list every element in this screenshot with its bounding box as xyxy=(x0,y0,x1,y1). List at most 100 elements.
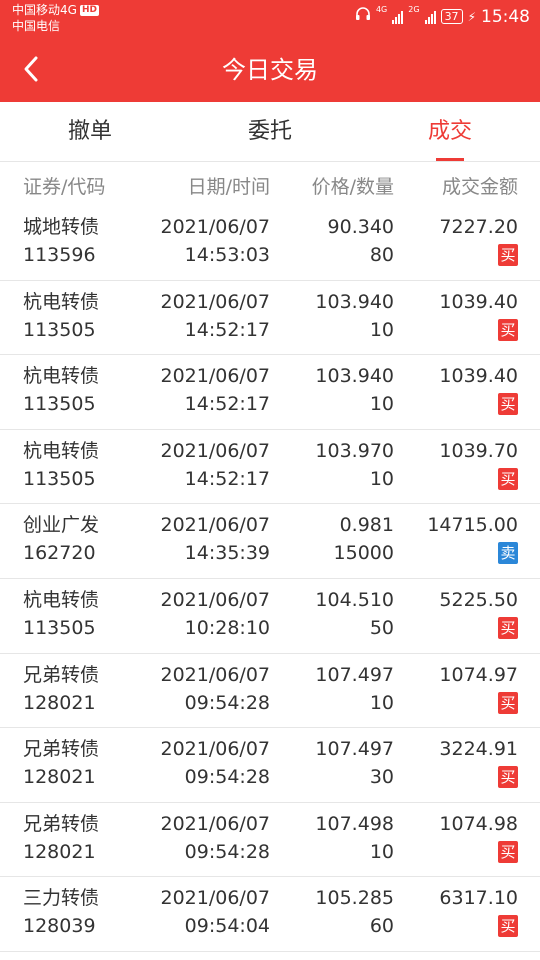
trade-amount: 6317.10 xyxy=(439,887,518,910)
carrier-secondary: 中国电信 xyxy=(12,19,61,33)
trade-date: 2021/06/07 xyxy=(160,514,270,537)
security-code: 113596 xyxy=(23,244,96,266)
security-name: 杭电转债 xyxy=(23,588,100,611)
security-code: 128021 xyxy=(23,840,96,863)
trade-date: 2021/06/07 xyxy=(160,365,270,388)
trade-amount: 7227.20 xyxy=(439,216,518,238)
trade-time: 09:54:28 xyxy=(184,766,270,789)
table-row[interactable]: 兄弟转债 128021 2021/06/07 09:54:28 107.498 … xyxy=(0,803,540,878)
trade-amount: 1039.40 xyxy=(439,365,518,388)
table-row[interactable]: 杭电转债 113505 2021/06/07 14:52:17 103.940 … xyxy=(0,355,540,430)
trade-time: 09:54:04 xyxy=(184,915,270,938)
trade-quantity: 10 xyxy=(369,318,394,341)
trade-date: 2021/06/07 xyxy=(160,812,270,835)
security-code: 128021 xyxy=(23,766,96,789)
tab-cancel-order[interactable]: 撤单 xyxy=(0,102,180,161)
column-header-datetime: 日期/时间 xyxy=(187,176,270,198)
signal-icon xyxy=(392,10,404,24)
trade-amount: 14715.00 xyxy=(427,514,518,537)
buy-badge: 买 xyxy=(498,766,518,789)
table-row[interactable]: 杭电转债 113505 2021/06/07 14:52:17 103.940 … xyxy=(0,281,540,356)
trade-price: 107.497 xyxy=(315,738,394,761)
column-header-security: 证券/代码 xyxy=(23,176,106,198)
trade-quantity: 10 xyxy=(369,691,394,714)
battery-icon: 37 xyxy=(440,9,463,24)
security-code: 128039 xyxy=(23,915,96,938)
carrier-primary: 中国移动4G xyxy=(12,3,77,17)
trade-date: 2021/06/07 xyxy=(160,663,270,686)
network-type-1: 4G xyxy=(375,5,388,14)
clock: 15:48 xyxy=(481,6,530,27)
buy-badge: 买 xyxy=(498,318,518,341)
tab-filled[interactable]: 成交 xyxy=(360,102,540,161)
security-name: 创业广发 xyxy=(23,514,100,537)
buy-badge: 买 xyxy=(498,616,518,639)
headset-icon xyxy=(355,6,371,27)
trade-time: 14:52:17 xyxy=(184,467,270,490)
trade-date: 2021/06/07 xyxy=(160,290,270,313)
tab-orders[interactable]: 委托 xyxy=(180,102,360,161)
table-row[interactable]: 兄弟转债 128021 2021/06/07 09:54:28 107.497 … xyxy=(0,654,540,729)
hd-badge: HD xyxy=(79,4,99,16)
table-row[interactable]: 城地转债 113596 2021/06/07 14:53:03 90.340 8… xyxy=(0,206,540,281)
trade-amount: 1039.70 xyxy=(439,439,518,462)
buy-badge: 买 xyxy=(498,691,518,714)
trade-list: 城地转债 113596 2021/06/07 14:53:03 90.340 8… xyxy=(0,206,540,952)
trade-amount: 1074.97 xyxy=(439,663,518,686)
trade-quantity: 30 xyxy=(369,766,394,789)
buy-badge: 买 xyxy=(498,840,518,863)
security-code: 113505 xyxy=(23,467,96,490)
trade-time: 14:52:17 xyxy=(184,393,270,416)
security-name: 杭电转债 xyxy=(23,290,100,313)
security-name: 城地转债 xyxy=(23,216,100,238)
security-name: 三力转债 xyxy=(23,887,100,910)
trade-time: 10:28:10 xyxy=(184,616,270,639)
signal-icon xyxy=(424,10,436,24)
trade-quantity: 60 xyxy=(369,915,394,938)
trade-time: 14:35:39 xyxy=(184,542,270,565)
trade-quantity: 10 xyxy=(369,467,394,490)
charging-icon: ⚡ xyxy=(467,9,476,24)
table-row[interactable]: 杭电转债 113505 2021/06/07 14:52:17 103.970 … xyxy=(0,430,540,505)
trade-quantity: 80 xyxy=(369,244,394,266)
table-row[interactable]: 杭电转债 113505 2021/06/07 10:28:10 104.510 … xyxy=(0,579,540,654)
page-title: 今日交易 xyxy=(222,56,318,84)
trade-price: 103.940 xyxy=(315,365,394,388)
table-row[interactable]: 创业广发 162720 2021/06/07 14:35:39 0.981 15… xyxy=(0,504,540,579)
trade-time: 09:54:28 xyxy=(184,691,270,714)
trade-date: 2021/06/07 xyxy=(160,887,270,910)
trade-date: 2021/06/07 xyxy=(160,738,270,761)
security-code: 162720 xyxy=(23,542,96,565)
app-header: 中国移动4G HD 中国电信 4G 2G 37 ⚡ 15:48 今日交易 xyxy=(0,0,540,102)
buy-badge: 买 xyxy=(498,393,518,416)
trade-time: 14:53:03 xyxy=(184,244,270,266)
table-row[interactable]: 三力转债 128039 2021/06/07 09:54:04 105.285 … xyxy=(0,877,540,952)
security-code: 113505 xyxy=(23,616,96,639)
security-name: 兄弟转债 xyxy=(23,738,100,761)
network-type-2: 2G xyxy=(408,5,420,14)
table-header: 证券/代码 日期/时间 价格/数量 成交金额 xyxy=(0,162,540,206)
trade-amount: 1039.40 xyxy=(439,290,518,313)
security-name: 杭电转债 xyxy=(23,365,100,388)
trade-price: 105.285 xyxy=(315,887,394,910)
security-code: 113505 xyxy=(23,393,96,416)
trade-price: 103.940 xyxy=(315,290,394,313)
status-bar-right: 4G 2G 37 ⚡ 15:48 xyxy=(355,6,530,27)
trade-date: 2021/06/07 xyxy=(160,588,270,611)
trade-price: 107.498 xyxy=(315,812,394,835)
trade-time: 14:52:17 xyxy=(184,318,270,341)
column-header-amount: 成交金额 xyxy=(441,176,518,198)
security-code: 113505 xyxy=(23,318,96,341)
trade-amount: 3224.91 xyxy=(439,738,518,761)
trade-amount: 1074.98 xyxy=(439,812,518,835)
trade-amount: 5225.50 xyxy=(439,588,518,611)
trade-price: 103.970 xyxy=(315,439,394,462)
trade-date: 2021/06/07 xyxy=(160,216,270,238)
security-name: 兄弟转债 xyxy=(23,663,100,686)
table-row[interactable]: 兄弟转债 128021 2021/06/07 09:54:28 107.497 … xyxy=(0,728,540,803)
trade-price: 104.510 xyxy=(315,588,394,611)
buy-badge: 买 xyxy=(498,915,518,938)
tab-bar: 撤单 委托 成交 xyxy=(0,102,540,162)
status-bar-left: 中国移动4G HD 中国电信 xyxy=(12,2,99,34)
security-name: 兄弟转债 xyxy=(23,812,100,835)
